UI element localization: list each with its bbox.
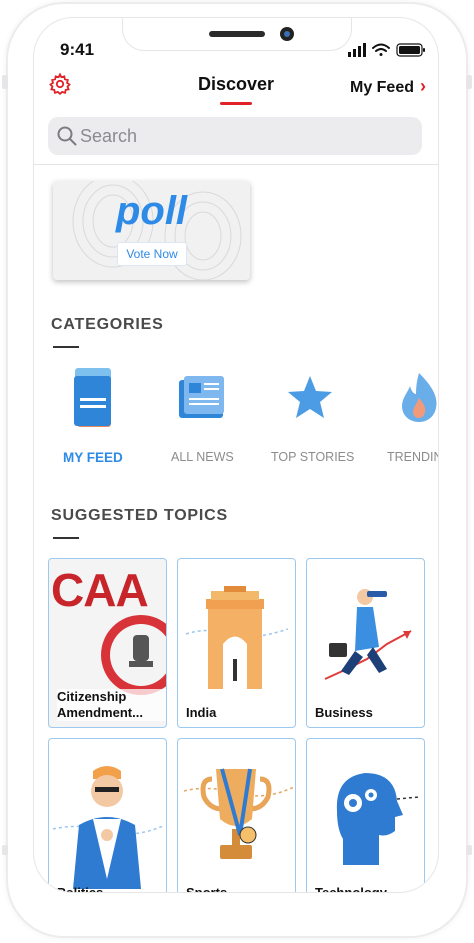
politician-icon [52, 766, 166, 889]
title-active-indicator [220, 102, 252, 105]
header-divider [34, 164, 438, 165]
india-gate-icon [185, 586, 289, 689]
app-screen: 9:41 Discover My Feed › Search poll Vote… [33, 17, 439, 893]
category-all-news[interactable] [146, 358, 256, 433]
category-my-feed[interactable] [37, 358, 147, 433]
search-placeholder: Search [80, 126, 138, 146]
my-feed-label: My Feed [349, 79, 414, 96]
category-label-clip: TRENDING [384, 446, 438, 466]
phone-side-button [466, 845, 472, 855]
topic-tile-sports[interactable]: Sports [177, 738, 296, 893]
status-icons [348, 43, 425, 57]
category-label-top-stories: TOP STORIES [271, 450, 355, 464]
trophy-icon [183, 768, 295, 859]
app-header: Discover My Feed › [34, 68, 438, 118]
category-label-trending: TRENDING [387, 450, 438, 464]
vote-now-button[interactable]: Vote Now [117, 242, 187, 266]
chevron-right-icon: › [420, 76, 426, 96]
my-feed-link[interactable]: My Feed › [350, 76, 426, 97]
wifi-icon [372, 43, 390, 56]
topic-tile-india[interactable]: India [177, 558, 296, 728]
topic-tile-caa[interactable]: CAA Citizenship Amendment... [48, 558, 167, 728]
topic-label: Citizenship Amendment... [57, 689, 166, 721]
star-icon [288, 376, 332, 418]
topic-label: Sports [186, 885, 228, 893]
tech-head-icon [336, 773, 420, 865]
poll-logo-text: poll [115, 189, 188, 233]
topic-label: Politics [57, 885, 104, 893]
speaker-grille [209, 31, 265, 37]
flame-icon [402, 373, 437, 422]
device-notch [122, 18, 352, 51]
signal-icon [348, 43, 366, 57]
topic-tile-politics[interactable]: Politics [48, 738, 167, 893]
category-label-all-news: ALL NEWS [171, 450, 234, 464]
phone-side-button [2, 845, 8, 855]
front-camera [280, 27, 294, 41]
search-input[interactable]: Search [48, 117, 422, 155]
status-time: 9:41 [60, 40, 95, 59]
search-icon [57, 126, 77, 146]
topic-label: Business [315, 705, 373, 720]
newspaper-icon [179, 376, 224, 418]
category-top-stories[interactable] [255, 358, 365, 433]
phone-side-button [2, 75, 8, 89]
suggested-topics-title: SUGGESTED TOPICS [51, 507, 228, 524]
topic-tile-business[interactable]: Business [306, 558, 425, 728]
topic-tile-technology[interactable]: Technology [306, 738, 425, 893]
topic-label: Technology [315, 885, 387, 893]
categories-title: CATEGORIES [51, 316, 164, 333]
businessman-icon [324, 589, 412, 680]
suggested-topics-title-rule [53, 537, 79, 539]
phone-side-button [466, 75, 472, 89]
poll-card[interactable]: poll Vote Now [53, 181, 250, 280]
category-trending[interactable] [364, 358, 438, 433]
status-bar: 9:41 [34, 18, 438, 68]
categories-title-rule [53, 346, 79, 348]
category-label-my-feed: MY FEED [63, 450, 123, 465]
my-feed-icon [74, 368, 111, 427]
battery-icon [396, 43, 425, 57]
topic-label: India [186, 705, 217, 720]
